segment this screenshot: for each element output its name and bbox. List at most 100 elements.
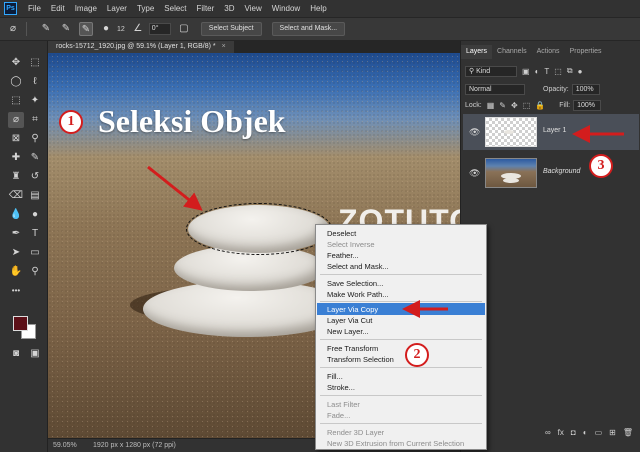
select-subject-button[interactable]: Select Subject (200, 22, 262, 36)
filter-kind-select[interactable]: ⚲ Kind (465, 65, 517, 77)
opacity-field[interactable]: 100% (571, 83, 600, 95)
subtract-from-selection-brush-icon[interactable]: ✎ (79, 22, 93, 36)
blur-tool-icon[interactable]: 💧 (8, 207, 24, 223)
shape-tool-icon[interactable]: ▭ (27, 245, 43, 261)
close-icon[interactable]: × (222, 43, 226, 50)
screen-mode-icon[interactable]: ▣ (27, 346, 43, 362)
layer-row-layer-1[interactable]: 👁 Layer 1 (463, 114, 639, 150)
menu-item-render-3d-layer[interactable]: Render 3D Layer (327, 427, 384, 438)
type-tool-icon[interactable]: T (27, 226, 43, 242)
menu-item-layer-via-cut[interactable]: Layer Via Cut (327, 315, 372, 326)
blend-mode-select[interactable]: Normal (465, 83, 525, 95)
menu-item-free-transform[interactable]: Free Transform (327, 343, 378, 354)
move-tool-icon[interactable]: ✥ (8, 55, 24, 71)
filter-toggle-icon[interactable]: ● (578, 67, 583, 76)
type-filter-icon[interactable]: T (544, 67, 549, 76)
menu-item-new-layer[interactable]: New Layer... (327, 326, 369, 337)
menu-item-select-and-mask[interactable]: Select and Mask... (327, 261, 389, 272)
tab-actions[interactable]: Actions (532, 45, 565, 59)
eyedropper-icon[interactable]: ⚲ (27, 131, 43, 147)
new-selection-brush-icon[interactable]: ✎ (39, 22, 53, 36)
foreground-color-swatch[interactable] (13, 316, 28, 331)
menu-item-new-3d-extrusion[interactable]: New 3D Extrusion from Current Selection (327, 438, 464, 449)
crop-tool-icon[interactable]: ⌗ (27, 112, 43, 128)
fill-field[interactable]: 100% (573, 99, 602, 111)
menu-item-fill[interactable]: Fill... (327, 371, 343, 382)
lock-artboard-icon[interactable]: ⬚ (523, 101, 531, 110)
menu-item-fade[interactable]: Fade... (327, 410, 350, 421)
selected-top-stone[interactable] (186, 203, 332, 255)
path-selection-icon[interactable]: ➤ (8, 245, 24, 261)
quick-selection-icon[interactable]: ⌀ (8, 112, 24, 128)
visibility-eye-icon[interactable]: 👁 (469, 168, 480, 179)
select-and-mask-button[interactable]: Select and Mask... (271, 22, 346, 36)
menu-item-last-filter[interactable]: Last Filter (327, 399, 360, 410)
quick-selection-tool-icon[interactable]: ⌀ (6, 22, 20, 36)
menu-item-feather[interactable]: Feather... (327, 250, 359, 261)
menu-item-transform-selection[interactable]: Transform Selection (327, 354, 394, 365)
rectangular-marquee-icon[interactable]: ⬚ (27, 55, 43, 71)
menu-item-deselect[interactable]: Deselect (327, 228, 356, 239)
adjustment-layer-icon[interactable]: ◐ (583, 428, 588, 437)
healing-brush-icon[interactable]: ✚ (8, 150, 24, 166)
layer-name[interactable]: Background (543, 168, 580, 175)
tab-channels[interactable]: Channels (492, 45, 532, 59)
pixel-filter-icon[interactable]: ▣ (522, 67, 530, 76)
menu-image[interactable]: Image (70, 4, 102, 13)
lock-transparency-icon[interactable]: ▦ (487, 101, 495, 110)
link-layers-icon[interactable]: ∞ (545, 428, 551, 437)
sample-all-layers-icon[interactable]: ▢ (177, 22, 191, 36)
history-brush-icon[interactable]: ↺ (27, 169, 43, 185)
menu-edit[interactable]: Edit (46, 4, 70, 13)
new-group-icon[interactable]: ▭ (595, 428, 603, 437)
object-selection-icon[interactable]: ⬚ (8, 93, 24, 109)
tab-properties[interactable]: Properties (565, 45, 607, 59)
zoom-level[interactable]: 59.05% (53, 439, 77, 452)
pen-tool-icon[interactable]: ✒ (8, 226, 24, 242)
smart-object-filter-icon[interactable]: ⧉ (567, 66, 573, 76)
new-layer-icon[interactable]: ⊞ (609, 428, 616, 437)
menu-filter[interactable]: Filter (192, 4, 220, 13)
delete-layer-icon[interactable]: 🗑 (623, 428, 633, 437)
lock-pixels-icon[interactable]: ✎ (499, 101, 506, 110)
menu-layer[interactable]: Layer (102, 4, 132, 13)
magic-wand-icon[interactable]: ✦ (27, 93, 43, 109)
lock-position-icon[interactable]: ✥ (511, 101, 518, 110)
menu-file[interactable]: File (23, 4, 46, 13)
visibility-eye-icon[interactable]: 👁 (469, 127, 480, 138)
menu-item-layer-via-copy[interactable]: Layer Via Copy (327, 304, 378, 315)
hand-tool-icon[interactable]: ✋ (8, 264, 24, 280)
dodge-tool-icon[interactable]: ● (27, 207, 43, 223)
more-tools-icon[interactable]: ••• (8, 283, 24, 299)
add-mask-icon[interactable]: ◘ (571, 428, 576, 437)
menu-item-save-selection[interactable]: Save Selection... (327, 278, 383, 289)
menu-type[interactable]: Type (132, 4, 159, 13)
menu-help[interactable]: Help (305, 4, 331, 13)
ellipse-marquee-icon[interactable]: ◯ (8, 74, 24, 90)
brush-size-icon[interactable]: ● (99, 22, 113, 36)
tab-layers[interactable]: Layers (461, 45, 493, 59)
menu-item-make-work-path[interactable]: Make Work Path... (327, 289, 389, 300)
menu-window[interactable]: Window (267, 4, 305, 13)
layer-name[interactable]: Layer 1 (543, 127, 566, 134)
adjustment-filter-icon[interactable]: ◐ (535, 67, 540, 76)
menu-view[interactable]: View (240, 4, 267, 13)
menu-item-select-inverse[interactable]: Select Inverse (327, 239, 375, 250)
gradient-icon[interactable]: ▤ (27, 188, 43, 204)
menu-select[interactable]: Select (159, 4, 191, 13)
menu-3d[interactable]: 3D (219, 4, 239, 13)
document-tab[interactable]: rocks-15712_1920.jpg @ 59.1% (Layer 1, R… (48, 41, 234, 53)
angle-field[interactable]: 0° (148, 23, 171, 35)
zoom-tool-icon[interactable]: ⚲ (27, 264, 43, 280)
frame-tool-icon[interactable]: ⊠ (8, 131, 24, 147)
clone-stamp-icon[interactable]: ♜ (8, 169, 24, 185)
quick-mask-icon[interactable]: ◙ (8, 346, 24, 362)
menu-item-stroke[interactable]: Stroke... (327, 382, 355, 393)
shape-filter-icon[interactable]: ⬚ (554, 67, 562, 76)
layer-style-icon[interactable]: fx (558, 428, 564, 437)
lasso-tool-icon[interactable]: ℓ (27, 74, 43, 90)
brush-tool-icon[interactable]: ✎ (27, 150, 43, 166)
layer-row-background[interactable]: 👁 Background (463, 155, 639, 191)
eraser-icon[interactable]: ⌫ (8, 188, 24, 204)
add-to-selection-brush-icon[interactable]: ✎ (59, 22, 73, 36)
